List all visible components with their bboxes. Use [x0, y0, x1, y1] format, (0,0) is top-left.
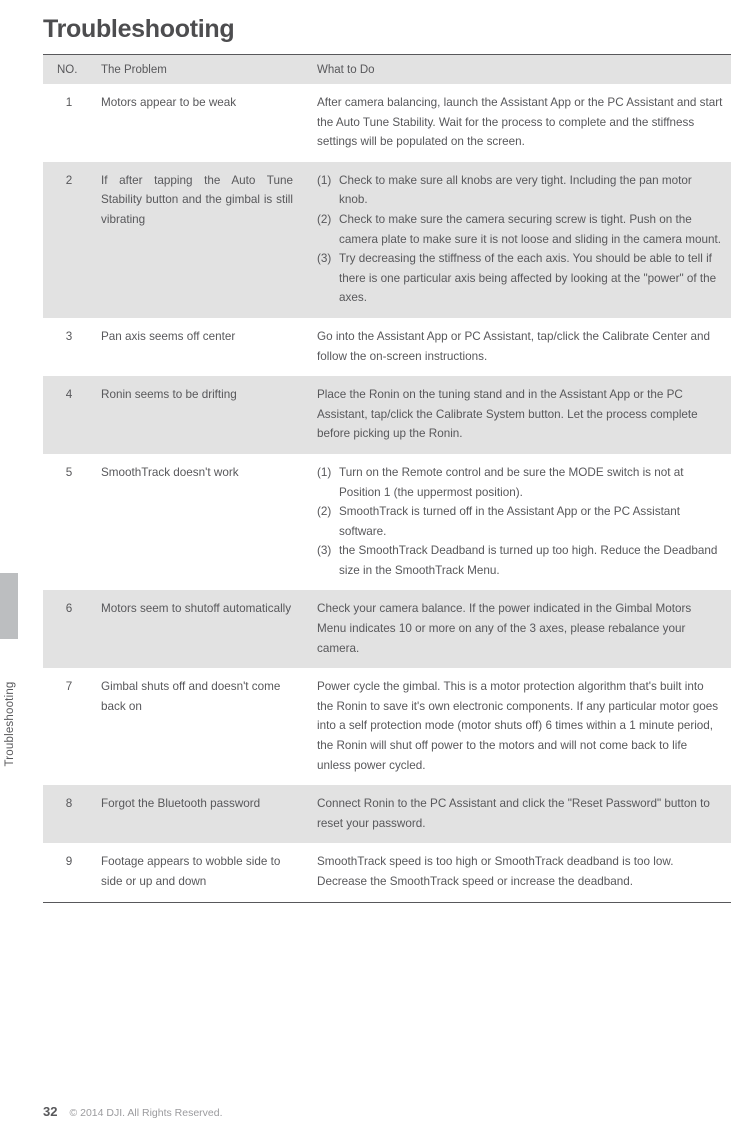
table-body: 1 Motors appear to be weak After camera ba…	[43, 84, 731, 903]
cell-what-to-do: Check your camera balance. If the power …	[317, 602, 692, 655]
step-text: Turn on the Remote control and be sure t…	[339, 465, 684, 499]
cell-what-to-do: Go into the Assistant App or PC Assistan…	[317, 329, 711, 363]
step-marker: (2)	[317, 212, 332, 226]
page-title: Troubleshooting	[43, 14, 235, 43]
cell-number: 2	[65, 173, 73, 187]
cell-what-to-do: SmoothTrack speed is too high or SmoothT…	[311, 843, 731, 903]
step-item: (3) Try decreasing the stiffness of the e…	[317, 249, 723, 308]
page-footer: 32 © 2014 DJI. All Rights Reserved.	[43, 1104, 223, 1119]
step-item: (3) the SmoothTrack Deadband is turned up…	[317, 541, 723, 580]
cell-problem: Footage appears to wobble side to side o…	[101, 843, 311, 903]
cell-what-to-do: Place the Ronin on the tuning stand and …	[317, 388, 698, 441]
step-item: (1) Check to make sure all knobs are very…	[317, 171, 723, 210]
column-header-problem: The Problem	[101, 54, 311, 84]
step-marker: (3)	[317, 544, 332, 558]
cell-problem: Ronin seems to be drifting	[101, 388, 237, 402]
side-section-tab: Troubleshooting	[0, 573, 18, 813]
step-item: (1) Turn on the Remote control and be sur…	[317, 463, 723, 502]
cell-number: 1	[65, 96, 73, 109]
step-list: (1) Turn on the Remote control and be sur…	[317, 463, 723, 581]
step-marker: (3)	[317, 252, 332, 266]
cell-number: 6	[65, 602, 73, 616]
step-text: the SmoothTrack Deadband is turned up to…	[339, 544, 718, 577]
table-header: NO. The Problem What to Do	[43, 54, 731, 84]
cell-number: 3	[65, 329, 73, 343]
table-row: 1 Motors appear to be weak After camera ba…	[43, 84, 731, 162]
troubleshooting-table: NO. The Problem What to Do 1 Motors appea…	[43, 54, 731, 903]
table-row: 6 Motors seem to shutoff automatically Che…	[43, 590, 731, 669]
cell-problem: Motors appear to be weak	[101, 96, 237, 109]
table-row: 5 SmoothTrack doesn't work (1) Turn on the …	[43, 453, 731, 591]
page-number: 32	[43, 1104, 58, 1119]
cell-problem: Pan axis seems off center	[101, 329, 236, 343]
table-row: 9 Footage appears to wobble side to side …	[43, 843, 731, 903]
table-row: 8 Forgot the Bluetooth password Connect Ro…	[43, 785, 731, 844]
cell-number: 5	[65, 465, 73, 479]
step-list: (1) Check to make sure all knobs are very…	[317, 171, 723, 308]
cell-what-to-do: Connect Ronin to the PC Assistant and cl…	[317, 797, 710, 830]
column-header-no: NO.	[43, 54, 101, 84]
step-text: Try decreasing the stiffness of the each…	[339, 252, 717, 305]
cell-problem: If after tapping the Auto Tune Stability…	[101, 173, 293, 226]
cell-problem: Motors seem to shutoff automatically	[101, 602, 292, 616]
cell-what-to-do: (1) Turn on the Remote control and be sur…	[311, 454, 731, 591]
side-tab-label: Troubleshooting	[4, 681, 16, 767]
table-row: 4 Ronin seems to be drifting Place the Ron…	[43, 376, 731, 454]
step-text: SmoothTrack is turned off in the Assista…	[339, 505, 681, 538]
step-text: Check to make sure the camera securing s…	[339, 212, 721, 246]
table-header-row: NO. The Problem What to Do	[43, 54, 731, 84]
table-row: 3 Pan axis seems off center Go into the As…	[43, 317, 731, 377]
step-marker: (2)	[317, 505, 332, 519]
copyright-notice: © 2014 DJI. All Rights Reserved.	[69, 1107, 223, 1119]
table-row: 7 Gimbal shuts off and doesn't come back …	[43, 668, 731, 786]
cell-problem: SmoothTrack doesn't work	[101, 465, 239, 479]
cell-number: 4	[65, 388, 73, 402]
cell-what-to-do: After camera balancing, launch the Assis…	[317, 96, 723, 149]
cell-problem: Forgot the Bluetooth password	[101, 797, 261, 811]
cell-number: 9	[43, 843, 101, 903]
cell-number: 8	[65, 797, 73, 811]
side-tab-bar	[0, 573, 18, 639]
column-header-whattodo: What to Do	[311, 54, 731, 84]
step-marker: (1)	[317, 465, 332, 479]
table-row: 2 If after tapping the Auto Tune Stabilit…	[43, 161, 731, 318]
step-item: (2) Check to make sure the camera securin…	[317, 210, 723, 249]
cell-what-to-do: Power cycle the gimbal. This is a motor …	[317, 680, 719, 772]
cell-what-to-do: (1) Check to make sure all knobs are very…	[311, 162, 731, 318]
cell-number: 7	[65, 680, 73, 694]
step-text: Check to make sure all knobs are very ti…	[339, 173, 692, 207]
cell-problem: Gimbal shuts off and doesn't come back o…	[101, 680, 281, 713]
step-item: (2) SmoothTrack is turned off in the Assi…	[317, 502, 723, 541]
step-marker: (1)	[317, 173, 332, 187]
